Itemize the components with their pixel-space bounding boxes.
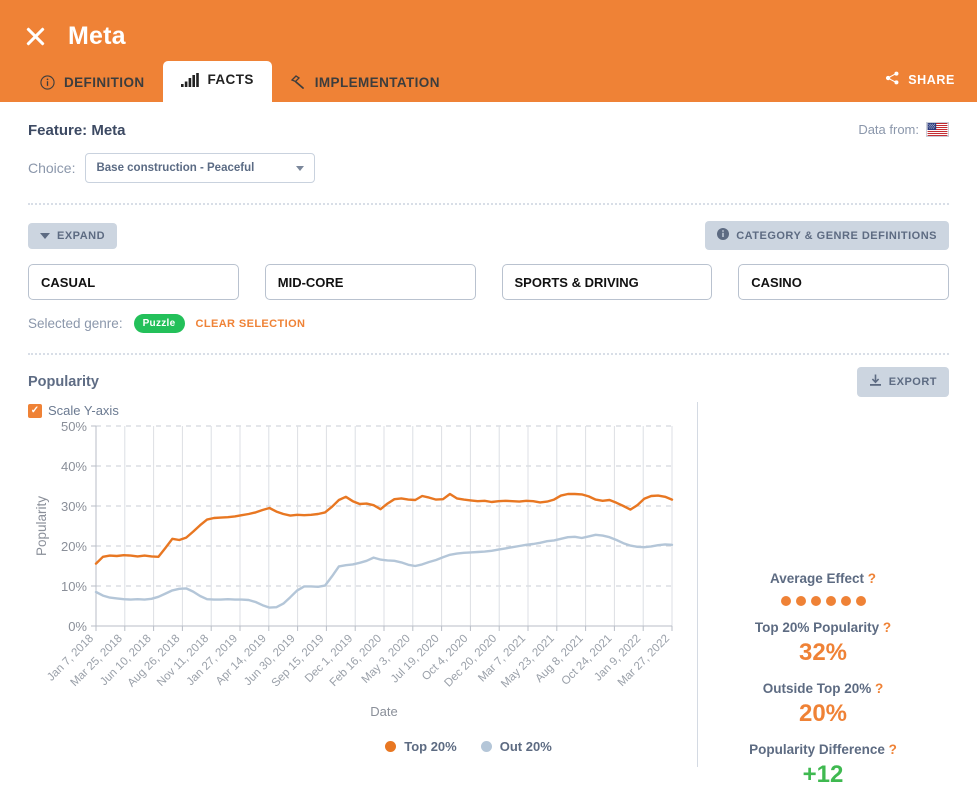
title-row: Meta bbox=[0, 0, 977, 58]
chevron-down-icon bbox=[296, 166, 305, 171]
category-casual[interactable]: CASUAL bbox=[28, 264, 239, 300]
clear-selection-button[interactable]: CLEAR SELECTION bbox=[196, 318, 306, 330]
choice-label: Choice: bbox=[28, 160, 76, 176]
x-axis-title: Date bbox=[370, 704, 397, 719]
legend-swatch bbox=[385, 741, 397, 752]
app-title: Meta bbox=[68, 21, 126, 50]
outside-top20-value: 20% bbox=[798, 700, 848, 727]
category-row: CASUAL MID-CORE SPORTS & DRIVING CASINO bbox=[28, 264, 949, 300]
effect-dot bbox=[810, 596, 821, 606]
category-mid-core[interactable]: MID-CORE bbox=[264, 264, 476, 300]
popularity-header-row: Popularity EXPORT bbox=[28, 367, 949, 397]
category-genre-definitions-label: CATEGORY & GENRE DEFINITIONS bbox=[736, 229, 937, 242]
tab-implementation-label: IMPLEMENTATION bbox=[314, 74, 440, 90]
popularity-difference-value: +12 bbox=[802, 761, 844, 788]
expand-label: EXPAND bbox=[57, 229, 106, 242]
info-circle-icon bbox=[40, 75, 55, 90]
y-axis-tick-label: 0% bbox=[68, 619, 87, 634]
share-label: SHARE bbox=[908, 72, 955, 87]
selected-genre-row: Selected genre: Puzzle CLEAR SELECTION bbox=[28, 314, 949, 333]
effect-dot bbox=[855, 596, 866, 606]
category-casino[interactable]: CASINO bbox=[738, 264, 949, 300]
y-axis-title: Popularity bbox=[34, 496, 49, 556]
chart-canvas[interactable]: 0%10%20%30%40%50%Jan 7, 2018Mar 25, 2018… bbox=[28, 419, 728, 730]
hammer-icon bbox=[290, 74, 306, 90]
help-icon[interactable]: ? bbox=[889, 742, 897, 757]
help-icon[interactable]: ? bbox=[875, 681, 883, 696]
y-axis-tick-label: 30% bbox=[61, 499, 87, 514]
top20-popularity-value: 32% bbox=[798, 639, 848, 666]
category-label: CASINO bbox=[751, 274, 802, 290]
tab-facts[interactable]: FACTS bbox=[162, 61, 272, 102]
page-title: Feature: Meta bbox=[28, 122, 126, 139]
legend-swatch bbox=[480, 741, 492, 752]
effect-dot bbox=[780, 596, 791, 606]
feature-row: Feature: Meta Data from: bbox=[28, 102, 949, 139]
popularity-difference-label: Popularity Difference ? bbox=[697, 742, 949, 757]
effect-dot bbox=[825, 596, 836, 606]
effect-dot bbox=[795, 596, 806, 606]
y-axis-tick-label: 50% bbox=[61, 420, 87, 434]
x-axis-tick-label: Mar 27, 2022 bbox=[616, 633, 672, 689]
choice-select[interactable]: Base construction - Peaceful bbox=[85, 153, 316, 183]
scale-y-axis-checkbox[interactable]: ✓ bbox=[28, 403, 42, 418]
average-effect-label: Average Effect ? bbox=[697, 571, 949, 586]
stats-panel: Average Effect ? Top 20% Popularity ? 32… bbox=[697, 557, 949, 789]
export-label: EXPORT bbox=[888, 376, 937, 388]
outside-top20-label: Outside Top 20% ? bbox=[697, 681, 949, 696]
selected-genre-label: Selected genre: bbox=[28, 316, 123, 331]
choice-select-value: Base construction - Peaceful bbox=[96, 162, 255, 174]
choice-row: Choice: Base construction - Peaceful bbox=[28, 153, 949, 183]
y-axis-tick-label: 20% bbox=[61, 539, 87, 554]
scale-y-axis-row: ✓ Scale Y-axis bbox=[28, 403, 949, 418]
app-header: Meta DEFINITION FACTS IMPLEMENTATION SHA… bbox=[0, 0, 977, 102]
tab-implementation[interactable]: IMPLEMENTATION bbox=[272, 63, 458, 102]
legend-item-out20[interactable]: Out 20% bbox=[480, 739, 552, 754]
category-label: SPORTS & DRIVING bbox=[514, 274, 639, 290]
effect-dot bbox=[840, 596, 851, 606]
y-axis-tick-label: 40% bbox=[61, 459, 87, 474]
bar-chart-icon bbox=[180, 72, 199, 87]
category-label: MID-CORE bbox=[277, 274, 344, 290]
share-button[interactable]: SHARE bbox=[885, 71, 955, 88]
info-icon bbox=[717, 228, 730, 243]
tab-bar: DEFINITION FACTS IMPLEMENTATION bbox=[22, 61, 458, 102]
tab-definition[interactable]: DEFINITION bbox=[22, 64, 163, 102]
average-effect-dots bbox=[697, 596, 949, 606]
outside-top20-text: Outside Top 20% bbox=[762, 681, 872, 696]
tab-definition-label: DEFINITION bbox=[64, 75, 145, 90]
average-effect-text: Average Effect bbox=[769, 571, 865, 586]
genre-chip-puzzle[interactable]: Puzzle bbox=[133, 314, 185, 333]
category-label: CASUAL bbox=[41, 274, 96, 290]
divider-2 bbox=[28, 353, 949, 355]
chevron-down-icon bbox=[40, 232, 50, 239]
legend-label: Top 20% bbox=[404, 739, 457, 754]
top20-popularity-text: Top 20% Popularity bbox=[754, 620, 880, 635]
legend-item-top20[interactable]: Top 20% bbox=[385, 739, 457, 754]
page-body: Feature: Meta Data from: Choice: Base co… bbox=[0, 102, 977, 788]
download-icon bbox=[869, 374, 882, 390]
legend-label: Out 20% bbox=[499, 739, 552, 754]
expand-button[interactable]: EXPAND bbox=[28, 222, 118, 249]
scale-y-axis-label: Scale Y-axis bbox=[48, 403, 119, 418]
help-icon[interactable]: ? bbox=[883, 620, 891, 635]
popularity-difference-text: Popularity Difference bbox=[749, 742, 885, 757]
help-icon[interactable]: ? bbox=[868, 571, 876, 586]
close-icon[interactable] bbox=[22, 23, 48, 49]
top20-popularity-label: Top 20% Popularity ? bbox=[697, 620, 949, 635]
popularity-section-title: Popularity bbox=[28, 374, 99, 390]
category-sports-driving[interactable]: SPORTS & DRIVING bbox=[501, 264, 713, 300]
data-from: Data from: bbox=[858, 122, 949, 137]
data-from-label: Data from: bbox=[858, 122, 919, 137]
controls-row: EXPAND CATEGORY & GENRE DEFINITIONS bbox=[28, 221, 949, 250]
category-genre-definitions-button[interactable]: CATEGORY & GENRE DEFINITIONS bbox=[705, 221, 949, 250]
export-button[interactable]: EXPORT bbox=[856, 367, 949, 397]
us-flag-icon bbox=[926, 122, 949, 137]
y-axis-tick-label: 10% bbox=[61, 579, 87, 594]
share-icon bbox=[885, 71, 900, 88]
divider-1 bbox=[28, 203, 949, 205]
tab-facts-label: FACTS bbox=[207, 72, 254, 87]
